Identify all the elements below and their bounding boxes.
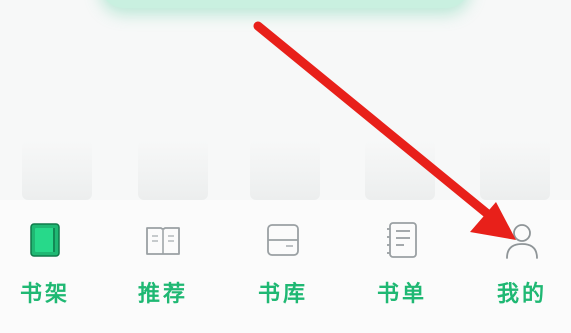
tab-profile[interactable]: 我的 (477, 218, 567, 328)
book-cover-placeholder (480, 140, 550, 200)
open-book-icon (146, 227, 180, 255)
book-cover-placeholder (250, 140, 320, 200)
tab-label: 我的 (496, 282, 547, 307)
tab-recommend[interactable]: 推荐 (118, 218, 208, 328)
content-fade-area (0, 140, 571, 200)
tab-bookshelf[interactable]: 书架 (0, 218, 90, 328)
book-cover-placeholder (138, 140, 208, 200)
profile-person-icon (506, 224, 538, 259)
book-cover-placeholder (22, 140, 92, 200)
tab-library[interactable]: 书库 (238, 218, 328, 328)
tab-label: 书单 (376, 282, 427, 307)
tab-booklist[interactable]: 书单 (357, 218, 447, 328)
book-cover-placeholder (365, 140, 435, 200)
tab-label: 书架 (19, 282, 70, 307)
tab-label: 书库 (257, 282, 308, 307)
bottom-tab-bar: 书架 推荐 书库 书单 我的 (0, 200, 571, 333)
book-list-icon (387, 222, 417, 258)
book-library-icon (267, 224, 299, 256)
tab-label: 推荐 (137, 282, 188, 307)
top-banner-card (100, 0, 470, 8)
bookshelf-icon (30, 223, 60, 257)
